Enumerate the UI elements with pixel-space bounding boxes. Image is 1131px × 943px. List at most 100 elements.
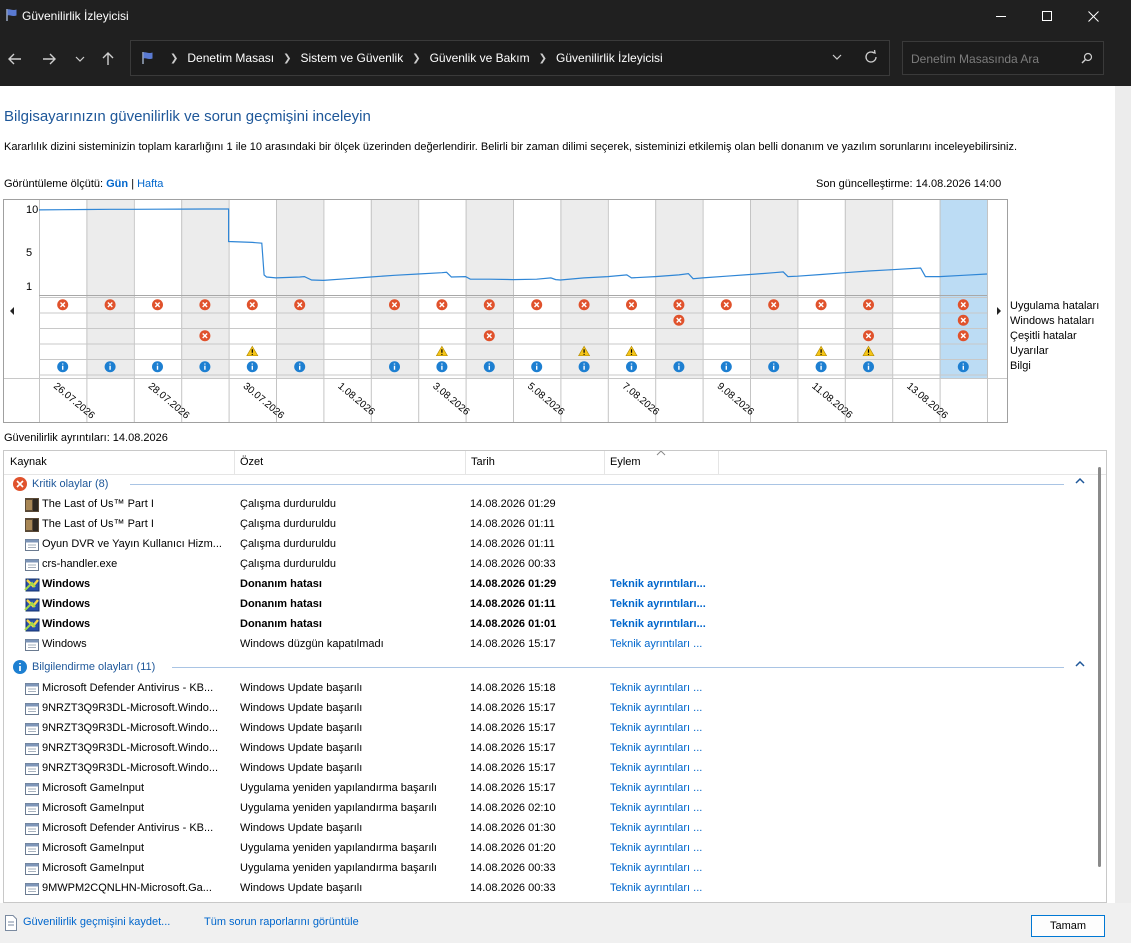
row-action-link[interactable]: Teknik ayrıntıları...: [610, 618, 720, 630]
table-row[interactable]: Windows Windows düzgün kapatılmadı 14.08.2…: [4, 635, 1094, 655]
table-row[interactable]: 9NRZT3Q9R3DL-Microsoft.Windo... Windows U…: [4, 719, 1094, 739]
group-divider-line: [172, 667, 1064, 668]
row-action-link[interactable]: Teknik ayrıntıları ...: [610, 782, 720, 794]
row-source: 9NRZT3Q9R3DL-Microsoft.Windo...: [42, 722, 219, 734]
view-all-problem-reports-link[interactable]: Tüm sorun raporlarını görüntüle: [204, 916, 359, 928]
table-row[interactable]: Microsoft Defender Antivirus - KB... Wind…: [4, 679, 1094, 699]
breadcrumb-item-reliability-monitor[interactable]: Güvenilirlik İzleyicisi: [556, 51, 663, 65]
row-action-link[interactable]: Teknik ayrıntıları ...: [610, 722, 720, 734]
row-action-link[interactable]: Teknik ayrıntıları...: [610, 598, 720, 610]
row-date: 14.08.2026 01:01: [470, 618, 557, 630]
chart-column: [702, 200, 750, 378]
address-dropdown-icon[interactable]: [831, 51, 843, 63]
view-by-day-link[interactable]: Gün: [106, 178, 128, 190]
table-row[interactable]: The Last of Us™ Part I Çalışma durduruldu…: [4, 515, 1094, 535]
column-header-action[interactable]: Eylem: [610, 456, 641, 468]
game-thumbnail-icon: [25, 518, 39, 532]
up-button[interactable]: [97, 48, 119, 70]
group-header-label: Bilgilendirme olayları (11): [32, 661, 156, 673]
row-date: 14.08.2026 01:11: [470, 538, 555, 550]
scrollbar-thumb[interactable]: [1098, 467, 1101, 867]
last-update-text: Son güncelleştirme: 14.08.2026 14:00: [816, 178, 1002, 190]
row-action-link[interactable]: Teknik ayrıntıları ...: [610, 802, 720, 814]
footer-bar: Güvenilirlik geçmişini kaydet... Tüm sor…: [0, 903, 1131, 943]
chart-scroll-right-icon: [997, 307, 1001, 315]
row-action-link[interactable]: Teknik ayrıntıları ...: [610, 762, 720, 774]
collapse-chevron-icon[interactable]: [1075, 477, 1085, 485]
table-row[interactable]: 9NRZT3Q9R3DL-Microsoft.Windo... Windows U…: [4, 739, 1094, 759]
row-summary: Windows Update başarılı: [240, 722, 363, 734]
view-by-separator: |: [131, 178, 135, 190]
row-action-link[interactable]: Teknik ayrıntıları ...: [610, 638, 720, 650]
column-divider[interactable]: [234, 451, 235, 475]
row-action-link[interactable]: Teknik ayrıntıları ...: [610, 862, 720, 874]
table-row[interactable]: Microsoft GameInput Uygulama yeniden yapı…: [4, 859, 1094, 879]
table-row[interactable]: Windows Donanım hatası 14.08.2026 01:01 Tek…: [4, 615, 1094, 635]
navigation-bar: ❯ Denetim Masası ❯ Sistem ve Güvenlik ❯ …: [0, 32, 1131, 86]
reliability-chart[interactable]: 10 5 1 26.07.2026 28.07.2026 30.07.2026 1.08.2…: [3, 199, 1008, 423]
column-header-source[interactable]: Kaynak: [10, 456, 47, 468]
row-summary: Çalışma durduruldu: [240, 558, 336, 570]
breadcrumb-item-control-panel[interactable]: Denetim Masası: [187, 51, 274, 65]
group-header-critical[interactable]: Kritik olaylar (8): [12, 475, 1102, 493]
recent-locations-button[interactable]: [69, 48, 91, 70]
collapse-chevron-icon[interactable]: [1075, 660, 1085, 668]
row-action-link[interactable]: Teknik ayrıntıları ...: [610, 682, 720, 694]
chevron-right-icon[interactable]: ❯: [539, 53, 547, 64]
row-date: 14.08.2026 15:17: [470, 702, 556, 714]
table-row[interactable]: 9NRZT3Q9R3DL-Microsoft.Windo... Windows U…: [4, 699, 1094, 719]
column-divider[interactable]: [718, 451, 719, 475]
vertical-scrollbar[interactable]: [1096, 467, 1104, 901]
table-row[interactable]: The Last of Us™ Part I Çalışma durduruldu…: [4, 495, 1094, 515]
row-source: Microsoft GameInput: [42, 862, 145, 874]
y-tick-label: 1: [26, 281, 32, 293]
row-action-link[interactable]: Teknik ayrıntıları ...: [610, 702, 720, 714]
chart-column: [939, 200, 987, 378]
view-by-label: Görüntüleme ölçütü:: [4, 178, 104, 190]
table-row[interactable]: 9MWPM2CQNLHN-Microsoft.Ga... Windows Upda…: [4, 879, 1094, 899]
column-header-summary[interactable]: Özet: [240, 456, 263, 468]
row-action-link[interactable]: Teknik ayrıntıları...: [610, 578, 720, 590]
row-action-link[interactable]: Teknik ayrıntıları ...: [610, 882, 720, 894]
row-date: 14.08.2026 01:29: [470, 578, 557, 590]
table-row[interactable]: Microsoft GameInput Uygulama yeniden yapı…: [4, 779, 1094, 799]
table-row[interactable]: Microsoft GameInput Uygulama yeniden yapı…: [4, 839, 1094, 859]
row-summary: Windows Update başarılı: [240, 762, 363, 774]
chevron-right-icon[interactable]: ❯: [412, 53, 420, 64]
row-label-app-failures: Uygulama hataları: [1010, 300, 1100, 312]
chevron-right-icon[interactable]: ❯: [283, 53, 291, 64]
save-reliability-history-link[interactable]: Güvenilirlik geçmişini kaydet...: [23, 916, 170, 928]
maximize-button[interactable]: [1024, 0, 1070, 32]
row-action-link[interactable]: Teknik ayrıntıları ...: [610, 822, 720, 834]
row-source: Windows: [42, 598, 91, 610]
table-row[interactable]: Microsoft GameInput Uygulama yeniden yapı…: [4, 799, 1094, 819]
column-divider[interactable]: [465, 451, 466, 475]
row-action-link[interactable]: Teknik ayrıntıları ...: [610, 742, 720, 754]
search-input[interactable]: Denetim Masasında Ara: [902, 41, 1104, 75]
table-row[interactable]: Oyun DVR ve Yayın Kullanıcı Hizm... Çalış…: [4, 535, 1094, 555]
table-row[interactable]: crs-handler.exe Çalışma durduruldu 14.08.2…: [4, 555, 1094, 575]
minimize-button[interactable]: [978, 0, 1024, 32]
window-edge: [1115, 86, 1131, 943]
sort-arrow-icon: [656, 451, 666, 456]
date-label: 11.08.2026: [809, 381, 854, 421]
refresh-icon[interactable]: [863, 49, 879, 65]
chart-column: [370, 200, 419, 378]
row-action-link[interactable]: Teknik ayrıntıları ...: [610, 842, 720, 854]
title-bar: Güvenilirlik İzleyicisi: [0, 0, 1131, 32]
close-button[interactable]: [1070, 0, 1116, 32]
address-bar[interactable]: ❯ Denetim Masası ❯ Sistem ve Güvenlik ❯ …: [130, 40, 890, 76]
column-header-date[interactable]: Tarih: [471, 456, 495, 468]
table-row[interactable]: Windows Donanım hatası 14.08.2026 01:29 Tek…: [4, 575, 1094, 595]
back-button[interactable]: [4, 48, 26, 70]
column-divider[interactable]: [604, 451, 605, 475]
group-header-info[interactable]: Bilgilendirme olayları (11): [12, 658, 1102, 676]
forward-button[interactable]: [38, 48, 60, 70]
table-row[interactable]: Windows Donanım hatası 14.08.2026 01:11 Tek…: [4, 595, 1094, 615]
table-row[interactable]: 9NRZT3Q9R3DL-Microsoft.Windo... Windows U…: [4, 759, 1094, 779]
table-row[interactable]: Microsoft Defender Antivirus - KB... Wind…: [4, 819, 1094, 839]
breadcrumb-item-security-maintenance[interactable]: Güvenlik ve Bakım: [430, 51, 530, 65]
view-by-week-link[interactable]: Hafta: [137, 178, 163, 190]
breadcrumb-item-system-security[interactable]: Sistem ve Güvenlik: [300, 51, 403, 65]
ok-button[interactable]: Tamam: [1031, 915, 1105, 937]
